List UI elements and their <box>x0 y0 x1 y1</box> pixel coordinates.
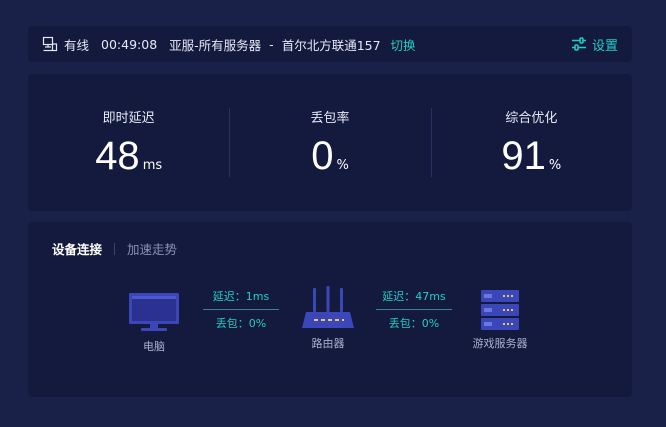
device-label-pc: 电脑 <box>143 340 165 353</box>
tab-acceleration-trend[interactable]: 加速走势 <box>127 239 177 258</box>
switch-server-link[interactable]: 切换 <box>391 35 416 54</box>
monitor-icon <box>129 293 179 331</box>
sliders-icon <box>571 37 586 51</box>
device-game-server: 游戏服务器 <box>460 289 540 351</box>
connection-tabs: 设备连接 加速走势 <box>52 239 177 258</box>
tab-divider <box>114 242 116 255</box>
metric-optimization: 综合优化 91 % <box>430 74 632 211</box>
link-latency: 延迟：1ms <box>212 290 270 303</box>
device-label-server: 游戏服务器 <box>472 337 528 350</box>
device-pc: 电脑 <box>114 292 194 354</box>
connection-panel: 设备连接 加速走势 电脑 延迟：1ms 丢包：0% 路由器 延迟：47ms 丢包… <box>28 222 632 397</box>
connection-type: 有线 <box>64 37 90 53</box>
metric-label: 综合优化 <box>505 111 558 126</box>
link-router-server: 延迟：47ms 丢包：0% <box>376 288 452 331</box>
connection-info: 有线 00:49:08 亚服-所有服务器 - 首尔北方联通157 切换 <box>42 35 416 54</box>
device-label-router: 路由器 <box>311 337 345 350</box>
metric-latency: 即时延迟 48 ms <box>28 74 229 211</box>
tab-device-connection[interactable]: 设备连接 <box>52 239 102 258</box>
server-node: 首尔北方联通157 <box>281 37 381 53</box>
settings-label: 设置 <box>591 38 618 54</box>
status-bar: 有线 00:49:08 亚服-所有服务器 - 首尔北方联通157 切换 设置 <box>28 26 632 62</box>
link-packet-loss: 丢包：0% <box>388 317 440 330</box>
metric-label: 即时延迟 <box>102 111 155 126</box>
server-region: 亚服-所有服务器 <box>169 37 262 53</box>
metric-label: 丢包率 <box>310 111 350 126</box>
server-rack-icon <box>481 290 519 330</box>
metric-unit: % <box>336 158 349 173</box>
metric-value: 91 <box>501 134 546 178</box>
settings-button[interactable]: 设置 <box>571 35 618 54</box>
device-router: 路由器 <box>288 286 368 351</box>
link-line <box>376 309 452 310</box>
metrics-panel: 即时延迟 48 ms 丢包率 0 % 综合优化 91 % <box>28 74 632 211</box>
metric-value: 48 <box>95 134 140 178</box>
metric-packet-loss: 丢包率 0 % <box>229 74 430 211</box>
router-icon <box>302 286 354 328</box>
link-line <box>203 309 279 310</box>
region-separator: - <box>269 36 274 52</box>
metric-value: 0 <box>311 134 334 178</box>
link-pc-router: 延迟：1ms 丢包：0% <box>203 288 279 331</box>
elapsed-time: 00:49:08 <box>101 36 158 52</box>
link-latency: 延迟：47ms <box>382 290 446 303</box>
metric-unit: ms <box>142 158 163 173</box>
metric-unit: % <box>548 158 562 173</box>
wired-network-icon <box>42 36 58 52</box>
link-packet-loss: 丢包：0% <box>215 317 267 330</box>
